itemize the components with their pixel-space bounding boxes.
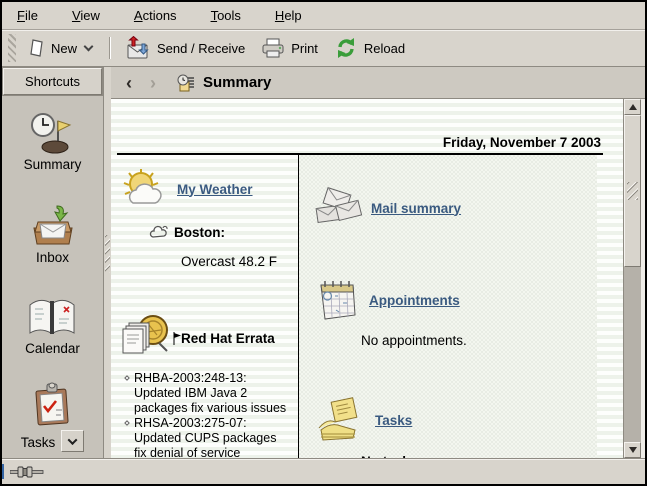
errata-title-row: Red Hat Errata bbox=[173, 331, 275, 346]
pane-grip-icon bbox=[105, 235, 110, 273]
weather-section-head: My Weather bbox=[119, 165, 294, 213]
vertical-scrollbar[interactable] bbox=[624, 99, 641, 458]
sidebar-item-summary[interactable]: Summary bbox=[24, 109, 82, 172]
print-label: Print bbox=[291, 41, 318, 56]
errata-icon bbox=[119, 313, 173, 363]
reload-button[interactable]: Reload bbox=[328, 33, 411, 63]
evolution-window: File View Actions Tools Help New bbox=[0, 0, 647, 486]
new-button[interactable]: New bbox=[22, 34, 100, 62]
errata-item[interactable]: RHBA-2003:248-13: Updated IBM Java 2 pac… bbox=[125, 371, 294, 416]
errata-section-head: Red Hat Errata bbox=[119, 313, 294, 363]
appointments-section-head: Appointments bbox=[313, 277, 597, 323]
sidebar-item-label: Tasks bbox=[21, 435, 56, 450]
scrollbar-track[interactable] bbox=[624, 267, 641, 442]
date-heading: Friday, November 7 2003 bbox=[111, 135, 601, 150]
weather-icon bbox=[119, 165, 169, 213]
inbox-shortcut-icon bbox=[29, 202, 77, 248]
menu-view[interactable]: View bbox=[67, 5, 105, 26]
shortcut-group-combo-button[interactable] bbox=[61, 430, 84, 452]
new-button-label: New bbox=[51, 41, 77, 56]
scrollbar-thumb[interactable] bbox=[624, 115, 641, 267]
chevron-down-icon bbox=[84, 42, 94, 52]
weather-location: Boston: bbox=[174, 225, 225, 240]
forward-button[interactable]: › bbox=[144, 74, 162, 92]
pane-resize-handle[interactable] bbox=[104, 67, 111, 458]
new-document-icon bbox=[28, 38, 45, 58]
sidebar-item-label: Calendar bbox=[25, 341, 80, 356]
summary-folder-icon bbox=[176, 74, 195, 92]
tasks-notes-icon bbox=[313, 396, 367, 444]
shortcut-bar: Shortcuts Summary bbox=[2, 67, 104, 458]
errata-title: Red Hat Errata bbox=[181, 331, 275, 346]
cloud-small-icon bbox=[149, 225, 169, 240]
column-spacer bbox=[597, 155, 623, 458]
back-button[interactable]: ‹ bbox=[120, 74, 138, 92]
arrow-up-icon bbox=[629, 104, 637, 110]
sidebar-item-label: Summary bbox=[24, 157, 82, 172]
print-button[interactable]: Print bbox=[255, 33, 324, 63]
mail-summary-icon bbox=[313, 185, 363, 231]
sidebar-item-label: Inbox bbox=[36, 250, 69, 265]
mail-summary-link[interactable]: Mail summary bbox=[371, 201, 461, 216]
right-column: Mail summary bbox=[299, 155, 597, 458]
sidebar-item-tasks[interactable]: Tasks bbox=[21, 382, 85, 452]
content-wrap: Friday, November 7 2003 bbox=[111, 99, 645, 458]
body-row: Shortcuts Summary bbox=[2, 67, 645, 458]
weather-condition: Overcast 48.2 F bbox=[181, 254, 294, 269]
menu-help[interactable]: Help bbox=[270, 5, 307, 26]
calendar-shortcut-icon bbox=[26, 295, 78, 339]
my-weather-link[interactable]: My Weather bbox=[177, 182, 253, 197]
errata-item[interactable]: RHSA-2003:275-07: Updated CUPS packages … bbox=[125, 416, 294, 458]
bullet-icon bbox=[124, 420, 130, 426]
toolbar-grip[interactable] bbox=[8, 34, 16, 62]
scroll-up-button[interactable] bbox=[624, 99, 641, 115]
left-column: My Weather Boston: bbox=[111, 155, 299, 458]
send-receive-icon bbox=[125, 36, 151, 60]
appointments-icon bbox=[313, 277, 361, 323]
menu-bar: File View Actions Tools Help bbox=[2, 2, 645, 30]
weather-location-row: Boston: bbox=[149, 225, 294, 240]
summary-columns: My Weather Boston: bbox=[111, 155, 623, 458]
bullet-icon bbox=[124, 375, 130, 381]
status-left-tick bbox=[2, 464, 4, 479]
flag-icon bbox=[173, 332, 181, 345]
tasks-shortcut-icon bbox=[29, 382, 75, 428]
main-view: ‹ › Summary Friday, November 7 2003 bbox=[111, 67, 645, 458]
right-gap bbox=[641, 99, 645, 458]
arrow-down-icon bbox=[629, 447, 637, 453]
chevron-down-icon bbox=[68, 435, 78, 445]
menu-file[interactable]: File bbox=[12, 5, 43, 26]
toolbar-separator bbox=[109, 37, 110, 59]
page-title: Summary bbox=[203, 74, 271, 91]
status-bar bbox=[2, 458, 645, 484]
print-icon bbox=[261, 37, 285, 59]
tasks-link[interactable]: Tasks bbox=[375, 413, 412, 428]
sidebar-item-calendar[interactable]: Calendar bbox=[25, 295, 80, 356]
send-receive-label: Send / Receive bbox=[157, 41, 245, 56]
reload-label: Reload bbox=[364, 41, 405, 56]
scroll-down-button[interactable] bbox=[624, 442, 641, 458]
no-appointments-text: No appointments. bbox=[361, 333, 597, 348]
sidebar-item-inbox[interactable]: Inbox bbox=[29, 202, 77, 265]
folder-title-bar: ‹ › Summary bbox=[111, 67, 645, 99]
mail-section-head: Mail summary bbox=[313, 185, 597, 231]
summary-shortcut-icon bbox=[28, 109, 76, 155]
reload-icon bbox=[334, 37, 358, 59]
summary-content: Friday, November 7 2003 bbox=[111, 99, 624, 458]
shortcut-items: Summary Inbox bbox=[2, 96, 103, 458]
menu-actions[interactable]: Actions bbox=[129, 5, 182, 26]
appointments-link[interactable]: Appointments bbox=[369, 293, 460, 308]
send-receive-button[interactable]: Send / Receive bbox=[119, 32, 251, 64]
shortcuts-group-button[interactable]: Shortcuts bbox=[3, 68, 102, 95]
tasks-section-head: Tasks bbox=[313, 396, 597, 444]
online-connector-icon[interactable] bbox=[10, 465, 44, 479]
toolbar: New Send / Receive bbox=[2, 30, 645, 67]
errata-list: RHBA-2003:248-13: Updated IBM Java 2 pac… bbox=[125, 371, 294, 458]
menu-tools[interactable]: Tools bbox=[206, 5, 246, 26]
